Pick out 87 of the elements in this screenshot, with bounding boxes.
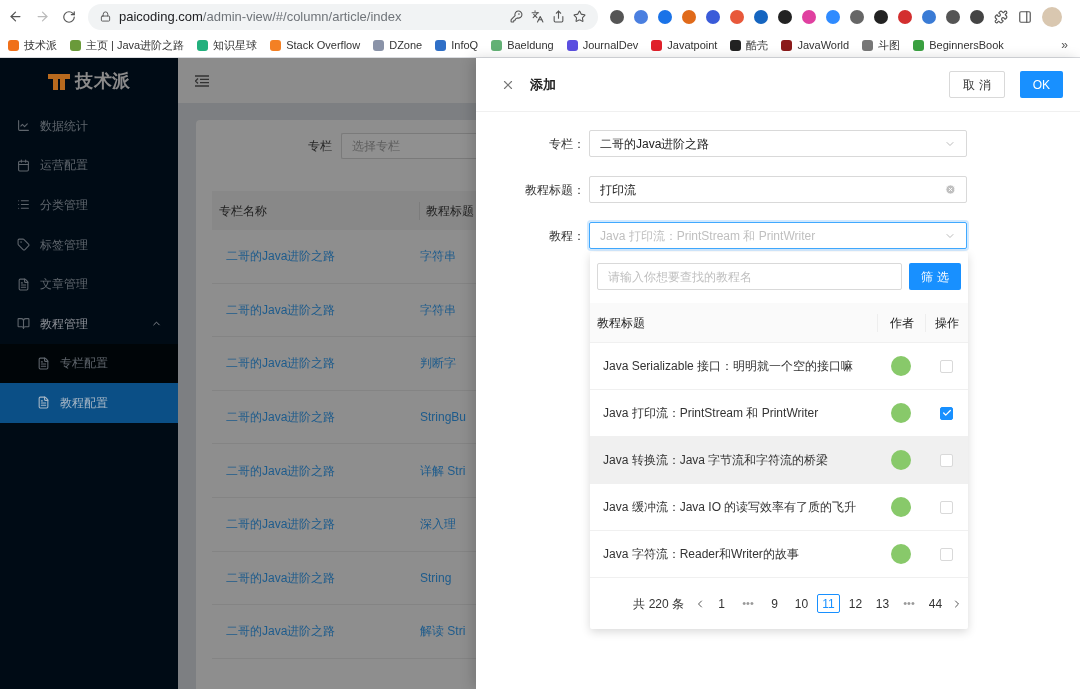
bookmark[interactable]: 斗图: [862, 36, 901, 54]
author-avatar: [891, 544, 911, 564]
extension-icon[interactable]: [970, 9, 984, 24]
extension-icon[interactable]: [946, 9, 960, 24]
list-icon: [17, 198, 30, 212]
menu-item[interactable]: 分类管理: [0, 185, 178, 225]
menu-item[interactable]: 运营配置: [0, 145, 178, 186]
reload-icon[interactable]: [62, 9, 76, 24]
page-number[interactable]: 1: [710, 594, 733, 613]
bookmark[interactable]: BeginnersBook: [913, 36, 1004, 54]
tutorial-title: Java 转换流：Java 字节流和字符流的桥梁: [602, 452, 830, 469]
author-avatar: [891, 450, 911, 470]
side-panel-icon[interactable]: [1018, 9, 1032, 24]
url-text: paicoding.com/admin-view/#/column/article/index: [119, 7, 402, 26]
menu-item[interactable]: 文章管理: [0, 264, 178, 304]
logo-text: 技术派: [74, 70, 132, 93]
column-header: 教程标题: [596, 314, 646, 332]
field-label: 教程标题：: [524, 181, 586, 199]
tutorial-title: Java Serializable 接口：明明就一个空的接口嘛: [602, 358, 855, 375]
bookmark[interactable]: Baeldung: [491, 36, 554, 54]
bookmark[interactable]: 酷壳: [730, 36, 769, 54]
bookmark[interactable]: 技术派: [8, 36, 57, 54]
key-icon[interactable]: [510, 10, 523, 23]
checkbox[interactable]: [940, 406, 953, 420]
total-count: 共 220 条: [633, 595, 684, 613]
search-field[interactable]: 请输入你想要查找的教程名: [597, 263, 903, 290]
extension-icon[interactable]: [778, 9, 792, 24]
author-avatar: [891, 497, 911, 517]
menu-item[interactable]: 教程管理: [0, 303, 178, 344]
bookmark[interactable]: JavaWorld: [781, 36, 850, 54]
menu-item[interactable]: 标签管理: [0, 224, 178, 265]
tutorial-title: Java 打印流：PrintStream 和 PrintWriter: [602, 405, 820, 422]
author-avatar: [891, 356, 911, 376]
collapse-menu-icon[interactable]: [195, 74, 209, 87]
filter-label: 专栏: [308, 138, 332, 155]
table-row[interactable]: Java 打印流：PrintStream 和 PrintWriter: [590, 390, 968, 437]
field-label: 教程：: [548, 227, 586, 245]
tutorial-title: Java 缓冲流：Java IO 的读写效率有了质的飞升: [602, 499, 858, 516]
extensions-icon[interactable]: [994, 9, 1008, 24]
logo-icon: [46, 72, 71, 91]
translate-icon[interactable]: [531, 10, 544, 23]
column-header: 教程标题: [419, 201, 474, 220]
tutorial-title: Java 字符流：Reader和Writer的故事: [602, 546, 800, 563]
bookmark[interactable]: Javatpoint: [651, 36, 718, 54]
column-header: 作者: [877, 313, 925, 332]
bookmark[interactable]: 知识星球: [197, 36, 258, 54]
document-icon: [17, 277, 30, 291]
page-number[interactable]: 12: [844, 594, 867, 613]
field-label: 专栏：: [548, 135, 586, 153]
table-row[interactable]: Java 字符流：Reader和Writer的故事: [590, 531, 968, 578]
bookmark[interactable]: JournalDev: [566, 36, 639, 54]
bookmark[interactable]: DZone: [373, 36, 423, 54]
page-number[interactable]: 44: [924, 594, 947, 613]
document-icon: [37, 356, 50, 370]
extension-icon[interactable]: [610, 9, 624, 24]
input-field[interactable]: 打印流: [589, 176, 967, 203]
star-icon[interactable]: [573, 10, 586, 23]
calendar-icon: [17, 158, 30, 172]
page-number[interactable]: 13: [871, 594, 894, 613]
extension-icon[interactable]: [874, 9, 888, 24]
bookmark[interactable]: Stack Overflow: [270, 36, 361, 54]
document-icon: [37, 396, 50, 410]
column-header: 操作: [925, 313, 968, 332]
submenu-item[interactable]: 专栏配置: [0, 343, 178, 384]
column-header: 专栏名称: [218, 202, 268, 220]
table-row[interactable]: Java Serializable 接口：明明就一个空的接口嘛: [590, 343, 968, 390]
table-row[interactable]: Java 缓冲流：Java IO 的读写效率有了质的飞升: [590, 484, 968, 531]
bookmark[interactable]: InfoQ: [435, 36, 479, 54]
more-bookmarks[interactable]: »: [1061, 36, 1068, 54]
page-number[interactable]: 9: [763, 594, 786, 613]
check-icon: [941, 408, 952, 418]
submenu-item[interactable]: 教程配置: [0, 383, 178, 423]
drawer-title: 添加: [530, 75, 556, 94]
book-icon: [17, 317, 30, 331]
menu-item[interactable]: 数据统计: [0, 106, 178, 146]
cancel-button[interactable]: 取 消: [949, 71, 1005, 98]
tag-icon: [17, 238, 30, 252]
back-icon[interactable]: [8, 9, 23, 24]
address-bar[interactable]: paicoding.com/admin-view/#/column/article/index: [88, 3, 598, 30]
share-icon[interactable]: [552, 10, 565, 23]
page-number[interactable]: 10: [790, 594, 813, 613]
chart-icon: [17, 119, 30, 133]
table-row[interactable]: Java 转换流：Java 字节流和字符流的桥梁: [590, 437, 968, 484]
lock-icon: [100, 11, 111, 22]
author-avatar: [891, 403, 911, 423]
bookmark[interactable]: 主页 | Java进阶之路: [70, 36, 185, 54]
select-field[interactable]: 二哥的Java进阶之路: [589, 130, 967, 157]
